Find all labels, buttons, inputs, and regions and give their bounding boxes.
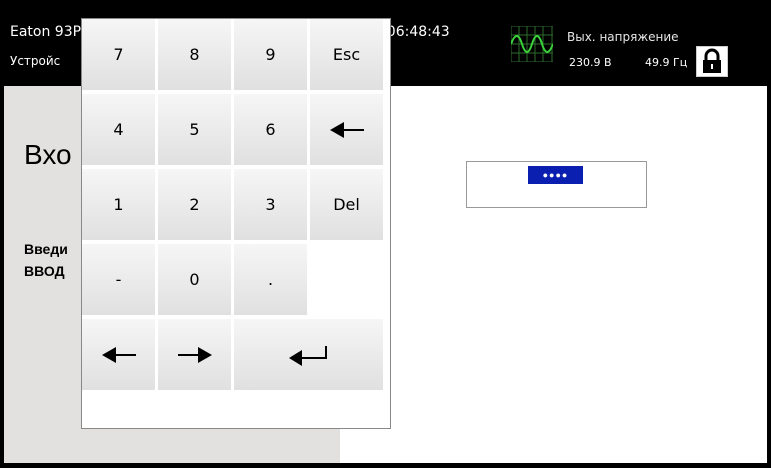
- key-7[interactable]: 7: [82, 19, 156, 91]
- padlock-icon: [703, 48, 721, 73]
- key-esc[interactable]: Esc: [310, 19, 384, 91]
- numeric-keypad: 7 8 9 Esc 4 5 6 1 2 3 Del - 0 .: [81, 18, 391, 429]
- password-field[interactable]: ●●●●: [466, 161, 647, 208]
- key-cursor-left[interactable]: [82, 319, 156, 391]
- key-4[interactable]: 4: [82, 94, 156, 166]
- key-5[interactable]: 5: [158, 94, 232, 166]
- sine-wave-icon: [511, 26, 553, 62]
- output-frequency-value: 49.9 Гц: [645, 56, 688, 69]
- key-backspace[interactable]: [310, 94, 384, 166]
- key-1[interactable]: 1: [82, 169, 156, 241]
- device-subtitle: Устройс: [10, 54, 61, 68]
- key-3[interactable]: 3: [234, 169, 308, 241]
- key-minus[interactable]: -: [82, 244, 156, 316]
- output-voltage-label: Вых. напряжение: [567, 30, 679, 44]
- enter-icon: [288, 345, 327, 366]
- key-dot[interactable]: .: [234, 244, 308, 316]
- device-name: Eaton 93PS: [10, 24, 90, 40]
- page-title: Вхо: [24, 139, 72, 170]
- key-2[interactable]: 2: [158, 169, 232, 241]
- ups-screen: Eaton 93PS Устройс ? 2015-04-21 06:48:43…: [4, 4, 767, 463]
- key-0[interactable]: 0: [158, 244, 232, 316]
- key-9[interactable]: 9: [234, 19, 308, 91]
- key-cursor-right[interactable]: [158, 319, 232, 391]
- key-6[interactable]: 6: [234, 94, 308, 166]
- instruction-line-2: ВВОД: [24, 263, 65, 279]
- instruction-line-1: Введи: [24, 241, 68, 257]
- output-voltage-value: 230.9 В: [569, 56, 612, 69]
- password-mask: ●●●●: [528, 166, 583, 184]
- key-8[interactable]: 8: [158, 19, 232, 91]
- left-arrow-icon: [101, 346, 136, 363]
- key-del[interactable]: Del: [310, 169, 384, 241]
- right-arrow-icon: [177, 346, 212, 363]
- instruction-text: Введи ВВОД: [24, 238, 68, 282]
- backspace-arrow-icon: [329, 121, 364, 138]
- key-enter[interactable]: [234, 319, 384, 391]
- lock-button[interactable]: [696, 46, 728, 77]
